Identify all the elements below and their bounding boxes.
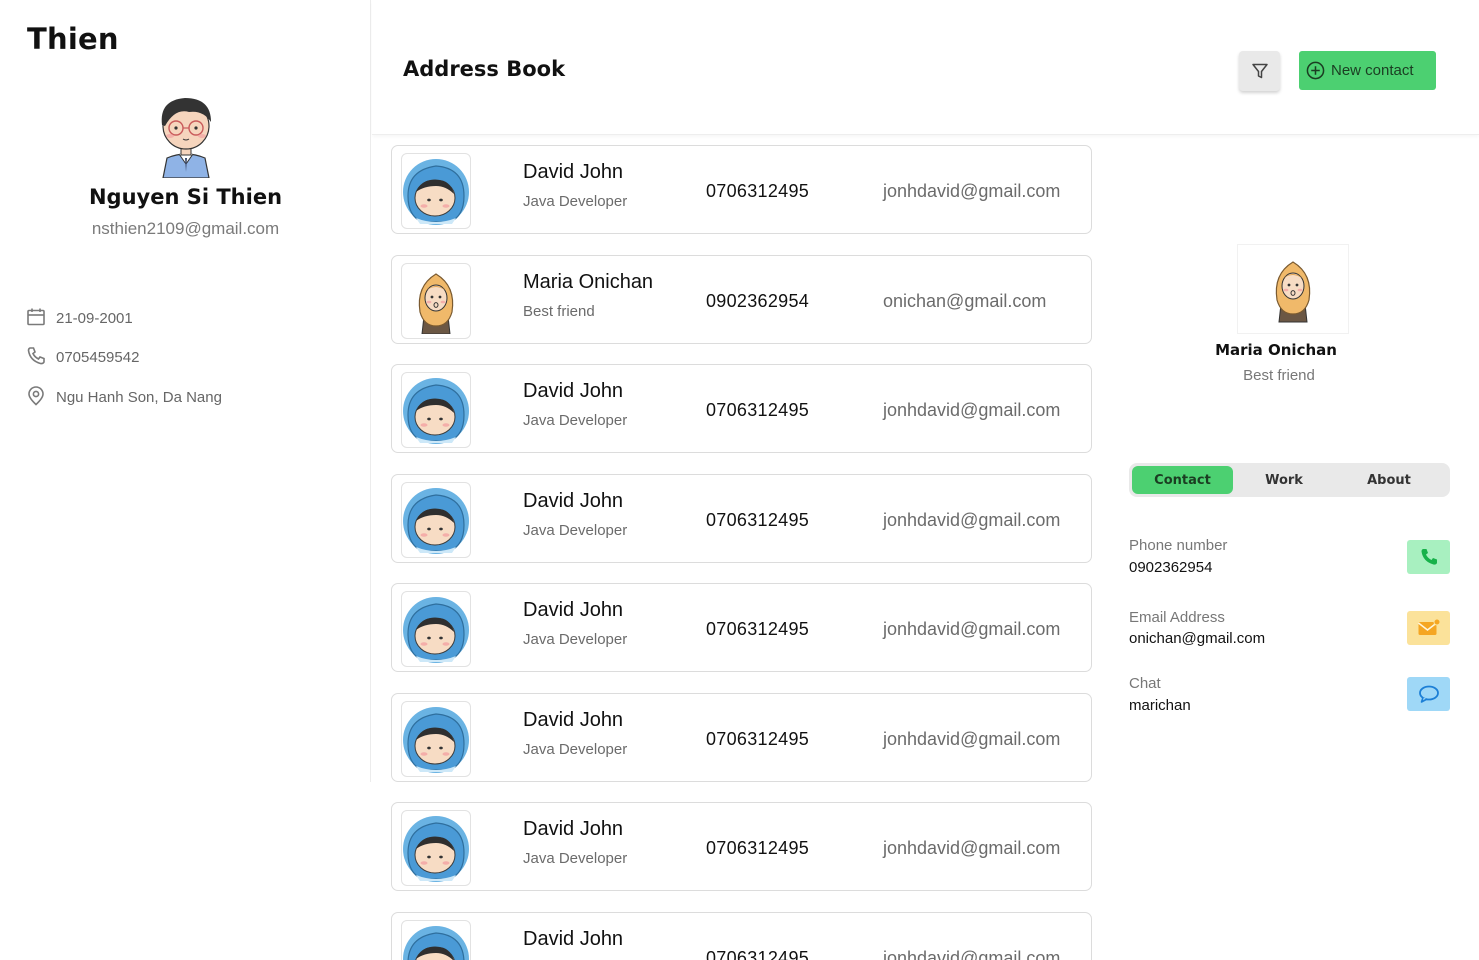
tab-about[interactable]: About xyxy=(1349,466,1429,494)
contact-avatar xyxy=(401,919,471,960)
contact-role: Java Developer xyxy=(523,521,628,539)
call-button[interactable] xyxy=(1407,540,1450,574)
contact-name: David John xyxy=(523,161,624,183)
phone-value: 0902362954 xyxy=(1129,559,1213,576)
phone-text: 0705459542 xyxy=(56,349,140,366)
app-brand: Thien xyxy=(27,22,119,56)
detail-name: Maria Onichan xyxy=(1215,341,1337,359)
phone-icon xyxy=(1421,549,1437,565)
contact-phone: 0706312495 xyxy=(706,947,810,960)
chat-button[interactable] xyxy=(1407,677,1450,711)
user-email: nsthien2109@gmail.com xyxy=(91,219,280,238)
phone-label: Phone number xyxy=(1129,537,1228,554)
filter-button[interactable] xyxy=(1239,51,1280,91)
email-label: Email Address xyxy=(1129,609,1225,626)
contact-email: jonhdavid@gmail.com xyxy=(883,947,1061,960)
mail-icon xyxy=(1417,618,1440,635)
contact-avatar xyxy=(401,481,471,558)
contact-card[interactable]: David John Java Developer 0706312495 jonhda… xyxy=(391,583,1092,672)
contact-detail-panel: Maria Onichan Best friend Contact Work A… xyxy=(1110,136,1479,960)
contact-name: David John xyxy=(523,927,624,950)
contact-card[interactable]: David JohnJava Developer0706312495jonhda… xyxy=(391,911,1092,960)
new-contact-button[interactable]: New contact xyxy=(1299,51,1436,90)
contact-avatar xyxy=(401,262,471,339)
user-avatar xyxy=(145,92,227,179)
contact-name: David John xyxy=(523,489,624,512)
contact-role: Best friend xyxy=(523,302,595,320)
contact-email: jonhdavid@gmail.com xyxy=(883,400,1061,420)
contact-email: jonhdavid@gmail.com xyxy=(883,181,1061,201)
filter-icon xyxy=(1251,63,1268,79)
detail-role: Best friend xyxy=(1243,367,1315,384)
contact-email: onichan@gmail.com xyxy=(883,290,1047,311)
top-header: Address Book New contact xyxy=(372,0,1479,135)
detail-tabs: Contact Work About xyxy=(1129,463,1450,497)
contact-role: Java Developer xyxy=(523,631,628,648)
contact-phone: 0706312495 xyxy=(706,619,810,639)
info-address: Ngu Hanh Son, Da Nang xyxy=(26,385,222,406)
contact-role: Java Developer xyxy=(523,850,628,867)
calendar-icon xyxy=(26,307,46,327)
contact-avatar xyxy=(401,153,471,229)
contact-card[interactable]: David John Java Developer 0706312495 jonhda… xyxy=(391,692,1092,782)
contact-role: Java Developer xyxy=(523,740,628,758)
contact-email: jonhdavid@gmail.com xyxy=(883,838,1061,858)
plus-circle-icon xyxy=(1306,61,1325,80)
contact-card[interactable]: David John Java Developer 0706312495 jonhda… xyxy=(391,145,1092,234)
contact-phone: 0706312495 xyxy=(706,838,810,858)
contact-avatar xyxy=(401,700,471,777)
info-birthday: 21-09-2001 xyxy=(26,306,133,327)
contact-phone: 0706312495 xyxy=(706,728,810,749)
contact-name: David John xyxy=(523,599,624,621)
contact-role: Java Developer xyxy=(523,412,628,429)
user-name: Nguyen Si Thien xyxy=(88,185,283,209)
detail-avatar xyxy=(1237,244,1349,334)
location-pin-icon xyxy=(26,385,46,406)
contact-card[interactable]: David John Java Developer 0706312495 jonhda… xyxy=(391,802,1092,891)
contact-card[interactable]: David John Java Developer 0706312495 jonhda… xyxy=(391,473,1092,563)
contact-role: Java Developer xyxy=(523,193,628,210)
tab-contact[interactable]: Contact xyxy=(1132,466,1233,494)
contact-avatar xyxy=(401,810,471,886)
contact-phone: 0706312495 xyxy=(706,181,810,201)
chat-label: Chat xyxy=(1129,675,1161,692)
contact-card[interactable]: David John Java Developer 0706312495 jonhda… xyxy=(391,364,1092,453)
contact-card[interactable]: Maria Onichan Best friend 0902362954 onicha… xyxy=(391,254,1092,344)
contact-name: Maria Onichan xyxy=(523,270,654,293)
contact-avatar xyxy=(401,591,471,667)
chat-value: marichan xyxy=(1129,697,1191,714)
contact-phone: 0706312495 xyxy=(706,400,810,420)
new-contact-label: New contact xyxy=(1331,62,1414,79)
contact-phone: 0902362954 xyxy=(706,290,810,311)
contact-name: David John xyxy=(523,380,624,402)
page-title: Address Book xyxy=(403,57,566,81)
address-text: Ngu Hanh Son, Da Nang xyxy=(56,389,222,406)
info-phone: 0705459542 xyxy=(26,345,139,366)
contact-phone: 0706312495 xyxy=(706,509,810,530)
birthday-text: 21-09-2001 xyxy=(56,310,133,327)
tab-work[interactable]: Work xyxy=(1244,466,1324,494)
profile-sidebar: Thien Nguyen Si Thien nsthien2109@gmail.… xyxy=(0,0,371,782)
phone-icon xyxy=(26,346,46,366)
chat-bubble-icon xyxy=(1418,685,1439,703)
contact-email: jonhdavid@gmail.com xyxy=(883,728,1061,749)
hijab-girl-avatar xyxy=(1275,261,1311,323)
contact-name: David John xyxy=(523,708,624,731)
contact-name: David John xyxy=(523,818,624,840)
contact-email: jonhdavid@gmail.com xyxy=(883,509,1061,530)
boy-avatar-illustration xyxy=(161,98,211,179)
email-value: onichan@gmail.com xyxy=(1129,630,1266,647)
contact-avatar xyxy=(401,372,471,448)
contact-email: jonhdavid@gmail.com xyxy=(883,619,1061,639)
email-button[interactable] xyxy=(1407,611,1450,645)
